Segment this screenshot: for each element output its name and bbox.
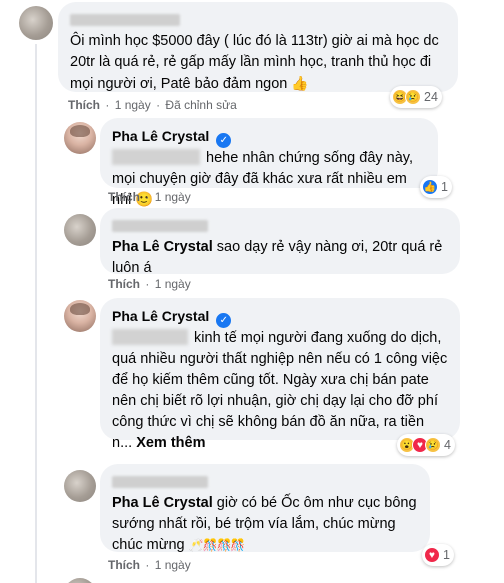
mention-redacted[interactable]: [112, 329, 188, 345]
reaction-summary[interactable]: 👍 1: [420, 176, 452, 198]
mention-redacted[interactable]: [112, 149, 200, 165]
sad-icon: 😢: [405, 89, 421, 105]
like-link[interactable]: Thích: [108, 558, 140, 572]
separator: ·: [145, 558, 150, 572]
like-link[interactable]: Thích: [108, 190, 140, 204]
verified-badge-icon: ✓: [216, 313, 232, 328]
commenter-avatar[interactable]: [64, 214, 96, 246]
reply-bubble: Pha Lê Crystal sao dạy rẻ vậy nàng ơi, 2…: [100, 208, 460, 276]
author-name[interactable]: Pha Lê Crystal: [112, 128, 209, 144]
author-name-redacted[interactable]: [70, 14, 180, 27]
commenter-avatar[interactable]: [19, 6, 53, 40]
comment-actions: Thích · 1 ngày: [108, 277, 193, 291]
edited-label: Đã chỉnh sửa: [165, 98, 237, 112]
reply-thread-line: [35, 44, 37, 583]
reaction-summary[interactable]: 😮 ♥ 😢 4: [397, 434, 455, 456]
see-more-link[interactable]: Xem thêm: [136, 435, 205, 451]
comment-text: kinh tế mọi người đang xuống do dịch, qu…: [112, 330, 448, 451]
like-link[interactable]: Thích: [108, 277, 140, 291]
next-commenter-avatar[interactable]: [64, 578, 96, 583]
comment-actions: Thích · 1 ngày: [108, 558, 193, 572]
reply-bubble: Pha Lê Crystal ✓ kinh tế mọi người đang …: [100, 298, 460, 451]
reaction-summary[interactable]: ♥ 1: [422, 544, 454, 566]
separator: ·: [105, 98, 110, 112]
pha-le-crystal-avatar[interactable]: [64, 122, 96, 154]
author-name-redacted[interactable]: [112, 220, 208, 233]
commenter-avatar[interactable]: [64, 470, 96, 502]
timestamp[interactable]: 1 ngày: [155, 190, 191, 204]
reply-bubble: Pha Lê Crystal ✓ hehe nhân chứng sống đâ…: [100, 118, 438, 208]
timestamp[interactable]: 1 ngày: [155, 277, 191, 291]
reaction-summary[interactable]: 😆 😢 24: [390, 86, 442, 108]
verified-badge-icon: ✓: [216, 133, 232, 148]
reaction-count: 1: [443, 548, 450, 562]
author-name[interactable]: Pha Lê Crystal: [112, 308, 209, 324]
separator: ·: [156, 98, 161, 112]
love-icon: ♥: [424, 547, 440, 563]
pha-le-crystal-avatar[interactable]: [64, 300, 96, 332]
reaction-count: 24: [424, 90, 438, 104]
reply-bubble: Pha Lê Crystal giờ có bé Ốc ôm như cục b…: [100, 464, 430, 553]
timestamp[interactable]: 1 ngày: [115, 98, 151, 112]
reaction-count: 1: [441, 180, 448, 194]
comment-actions: Thích · 1 ngày · Đã chỉnh sửa: [68, 98, 239, 112]
reaction-count: 4: [444, 438, 451, 452]
comment-bubble: Ôi mình học $5000 đây ( lúc đó là 113tr)…: [58, 2, 458, 92]
comment-text: Ôi mình học $5000 đây ( lúc đó là 113tr)…: [70, 33, 439, 92]
like-link[interactable]: Thích: [68, 98, 100, 112]
timestamp[interactable]: 1 ngày: [155, 558, 191, 572]
comment-actions: Thích · 1 ngày: [108, 190, 193, 204]
author-name-redacted[interactable]: [112, 476, 208, 489]
like-icon: 👍: [422, 179, 438, 195]
celebration-emoji: 🥂🎊🎊🎊: [188, 538, 246, 552]
mention-link[interactable]: Pha Lê Crystal: [112, 239, 213, 255]
separator: ·: [145, 277, 150, 291]
separator: ·: [145, 190, 150, 204]
sad-icon: 😢: [425, 437, 441, 453]
mention-link[interactable]: Pha Lê Crystal: [112, 495, 213, 511]
thumbs-up-emoji: 👍: [291, 75, 309, 91]
